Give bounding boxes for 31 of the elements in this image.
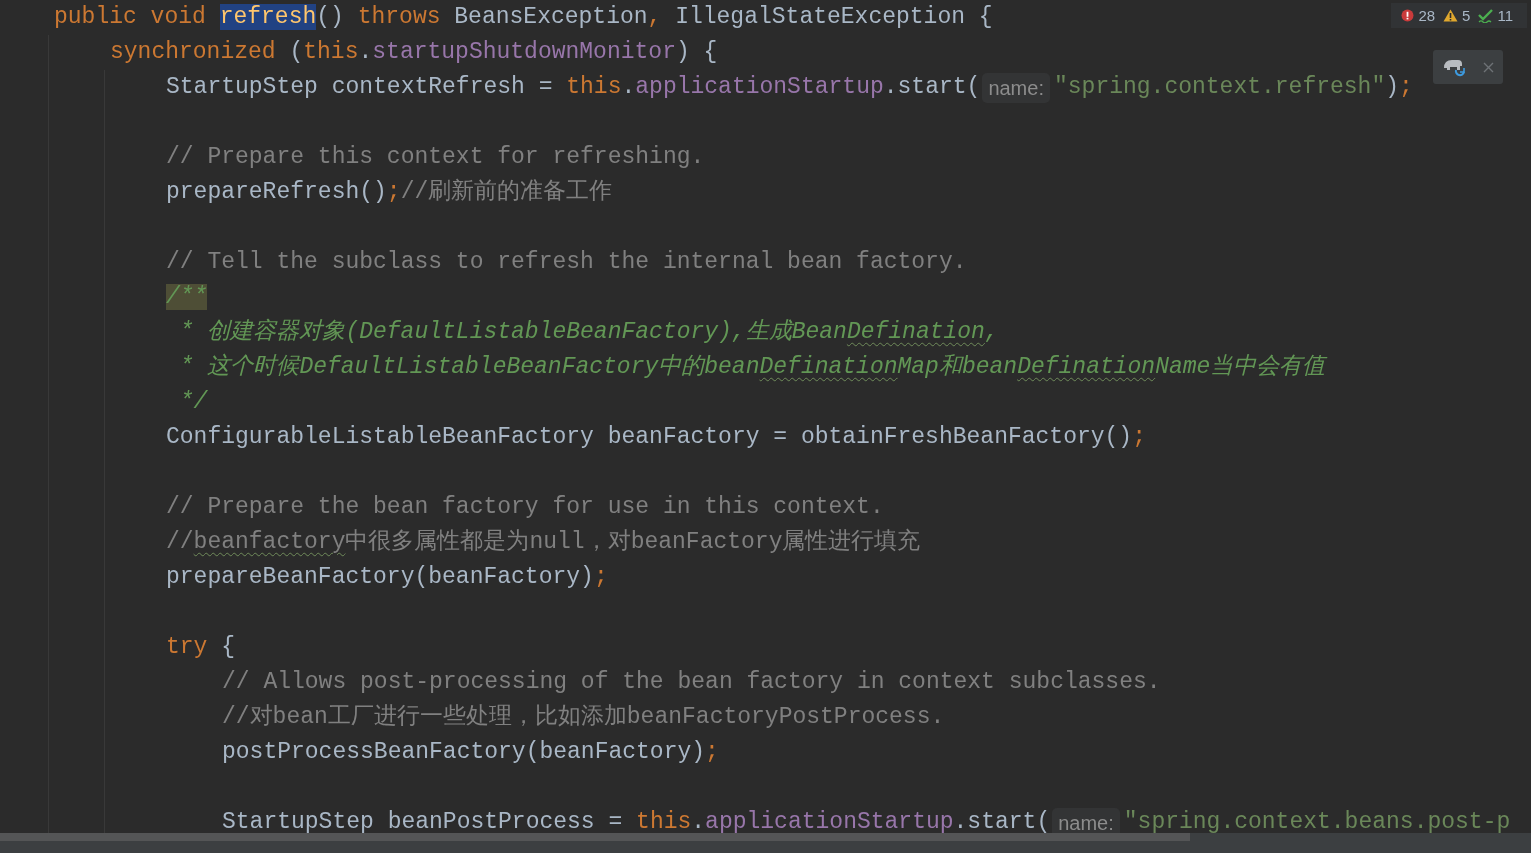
code-line: // Allows post-processing of the bean factory in context subclasses. xyxy=(222,668,1161,697)
code-line: * 创建容器对象(DefaultListableBeanFactory),生成BeanDefination, xyxy=(178,318,999,347)
code-line: prepareRefresh();//刷新前的准备工作 xyxy=(166,177,613,207)
code-line: public void refresh() throws BeansException, IllegalStateException { xyxy=(54,3,993,32)
code-line: // Tell the subclass to refresh the internal bean factory. xyxy=(166,248,967,277)
typo-count: 11 xyxy=(1497,7,1513,24)
code-line: // Prepare the bean factory for use in this context. xyxy=(166,493,884,522)
close-icon[interactable] xyxy=(1483,61,1495,73)
code-line: try { xyxy=(166,633,236,662)
inlay-hint: name: xyxy=(982,72,1050,103)
code-line: prepareBeanFactory(beanFactory); xyxy=(166,563,608,592)
checkmark-icon xyxy=(1478,8,1494,23)
code-line: */ xyxy=(178,388,208,417)
code-line: ConfigurableListableBeanFactory beanFactory = obtainFreshBeanFactory(); xyxy=(166,423,1146,452)
code-line: StartupStep contextRefresh = this.applicationStartup.start( xyxy=(166,73,981,102)
code-line: "spring.context.beans.post-p xyxy=(1123,808,1511,837)
error-count: 28 xyxy=(1418,7,1436,24)
code-line: synchronized (this.startupShutdownMonitor) { xyxy=(110,38,718,67)
code-editor[interactable] xyxy=(0,0,1531,853)
warning-icon xyxy=(1443,9,1459,22)
code-line: postProcessBeanFactory(beanFactory); xyxy=(222,738,719,767)
warning-count: 5 xyxy=(1462,7,1471,24)
code-line: //beanfactory中很多属性都是为null，对beanFactory属性进行填充 xyxy=(166,527,921,557)
code-line: //对bean工厂进行一些处理，比如添加beanFactoryPostProcess. xyxy=(222,703,945,732)
code-line: * 这个时候DefaultListableBeanFactory中的beanDefinationMap和beanDefinationName当中会有值 xyxy=(178,352,1326,382)
error-icon xyxy=(1401,9,1415,22)
inspections-widget[interactable]: 28 5 11 xyxy=(1391,3,1527,28)
horizontal-scrollbar[interactable] xyxy=(0,833,1531,853)
code-line: StartupStep beanPostProcess = this.applicationStartup.start( xyxy=(222,808,1051,837)
code-line: // Prepare this context for refreshing. xyxy=(166,143,705,172)
code-line: "spring.context.refresh"); xyxy=(1053,73,1413,102)
